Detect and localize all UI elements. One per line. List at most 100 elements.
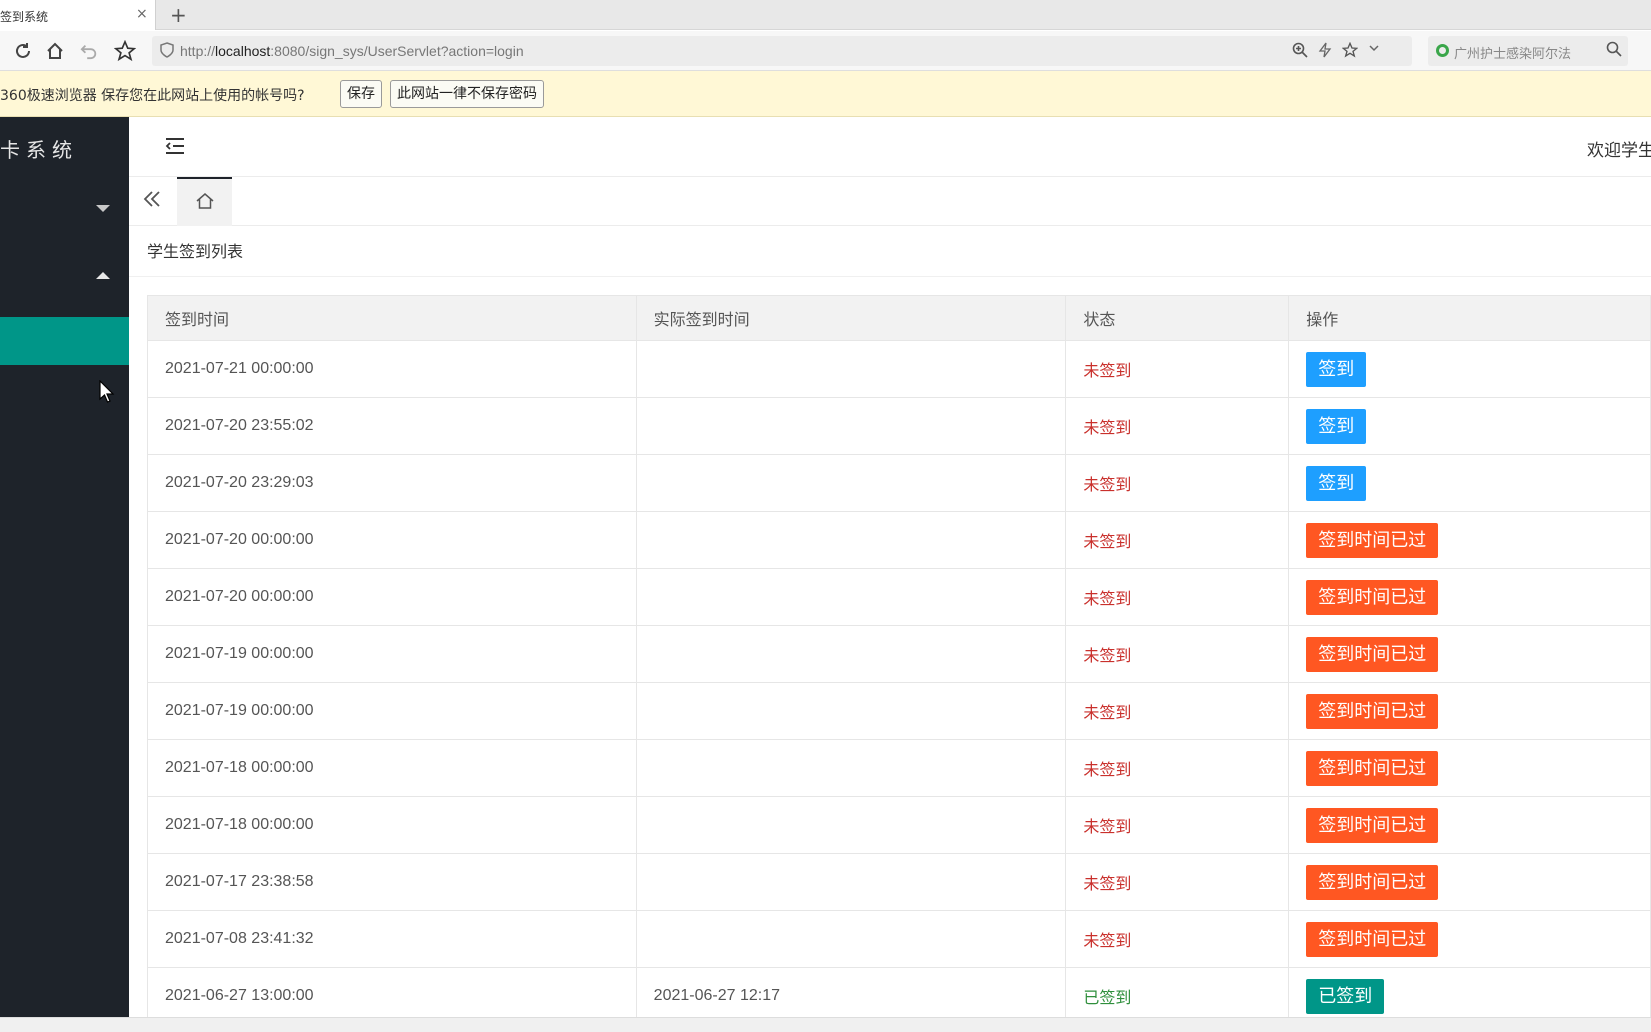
double-chevron-left-icon[interactable]	[137, 187, 167, 215]
divider	[129, 276, 1651, 277]
cell-action: 签到时间已过	[1288, 796, 1651, 854]
table-row: 2021-07-20 23:55:02 未签到 签到	[147, 397, 1651, 455]
cell-action: 签到时间已过	[1288, 739, 1651, 797]
cell-sign-time: 2021-07-18 00:00:00	[147, 796, 637, 854]
sidebar-menu-group-1[interactable]	[0, 177, 129, 241]
cell-action: 已签到	[1288, 967, 1651, 1025]
page-title: 学生签到列表	[147, 242, 244, 261]
search-icon[interactable]	[1606, 41, 1622, 61]
cell-action: 签到时间已过	[1288, 682, 1651, 740]
close-icon[interactable]: ×	[136, 6, 148, 22]
table-row: 2021-07-20 00:00:00 未签到 签到时间已过	[147, 568, 1651, 626]
address-bar[interactable]: http://localhost:8080/sign_sys/UserServl…	[152, 36, 1412, 66]
status-text: 未签到	[1083, 760, 1132, 779]
expired-button[interactable]: 签到时间已过	[1306, 579, 1439, 615]
url-prefix: http://	[180, 43, 216, 59]
cell-actual-time	[635, 568, 1067, 626]
sidebar-menu-group-2[interactable]	[0, 241, 129, 305]
cell-status: 已签到	[1065, 967, 1290, 1025]
expired-button[interactable]: 签到时间已过	[1306, 864, 1439, 900]
sign-in-button[interactable]: 签到	[1306, 408, 1367, 444]
password-save-bar: 360极速浏览器 保存您在此网站上使用的帐号吗? 保存 此网站一律不保存密码	[0, 71, 1651, 117]
cell-actual-time	[635, 796, 1067, 854]
table-row: 2021-07-20 00:00:00 未签到 签到时间已过	[147, 511, 1651, 569]
cell-action: 签到时间已过	[1288, 511, 1651, 569]
table-row: 2021-07-18 00:00:00 未签到 签到时间已过	[147, 796, 1651, 854]
browser-tab-strip: 签到系统 × +	[0, 0, 1651, 30]
cell-sign-time: 2021-07-20 23:55:02	[147, 397, 637, 455]
signed-button[interactable]: 已签到	[1306, 978, 1385, 1014]
url-path: :8080/sign_sys/UserServlet?action=login	[270, 43, 524, 59]
table-header-row: 签到时间 实际签到时间 状态 操作	[147, 295, 1651, 341]
status-text: 未签到	[1083, 361, 1132, 380]
cell-sign-time: 2021-07-21 00:00:00	[147, 340, 637, 398]
cell-actual-time	[635, 739, 1067, 797]
search-input[interactable]: 广州护士感染阿尔法	[1428, 36, 1628, 66]
cell-status: 未签到	[1065, 682, 1290, 740]
cell-action: 签到	[1288, 340, 1651, 398]
tab-home[interactable]	[177, 177, 232, 226]
expired-button[interactable]: 签到时间已过	[1306, 750, 1439, 786]
zoom-icon[interactable]	[1292, 42, 1308, 62]
lightning-icon[interactable]	[1318, 42, 1332, 62]
sign-in-button[interactable]: 签到	[1306, 351, 1367, 387]
table-row: 2021-07-18 00:00:00 未签到 签到时间已过	[147, 739, 1651, 797]
menu-toggle-icon[interactable]	[165, 137, 185, 159]
cell-status: 未签到	[1065, 568, 1290, 626]
browser-tab[interactable]: 签到系统 ×	[0, 0, 156, 30]
cell-action: 签到时间已过	[1288, 625, 1651, 683]
undo-icon[interactable]	[77, 39, 101, 63]
column-header-actual-time: 实际签到时间	[635, 295, 1067, 341]
reload-icon[interactable]	[11, 39, 35, 63]
cell-status: 未签到	[1065, 454, 1290, 512]
cell-actual-time	[635, 910, 1067, 968]
save-password-button[interactable]: 保存	[340, 80, 382, 108]
home-icon[interactable]	[43, 39, 67, 63]
shield-icon	[160, 42, 174, 62]
cell-status: 未签到	[1065, 511, 1290, 569]
cell-sign-time: 2021-07-17 23:38:58	[147, 853, 637, 911]
new-tab-button[interactable]: +	[170, 3, 187, 27]
cell-actual-time	[635, 853, 1067, 911]
cell-action: 签到时间已过	[1288, 568, 1651, 626]
cell-sign-time: 2021-07-08 23:41:32	[147, 910, 637, 968]
cell-actual-time	[635, 625, 1067, 683]
table-row: 2021-07-19 00:00:00 未签到 签到时间已过	[147, 682, 1651, 740]
page-tab-bar	[129, 177, 1651, 226]
bookmark-star-icon[interactable]	[1341, 41, 1359, 62]
cell-status: 未签到	[1065, 796, 1290, 854]
expired-button[interactable]: 签到时间已过	[1306, 693, 1439, 729]
expired-button[interactable]: 签到时间已过	[1306, 921, 1439, 957]
never-save-password-button[interactable]: 此网站一律不保存密码	[390, 80, 544, 108]
chevron-down-icon[interactable]	[1368, 42, 1380, 58]
sign-in-button[interactable]: 签到	[1306, 465, 1367, 501]
cell-sign-time: 2021-07-20 23:29:03	[147, 454, 637, 512]
sidebar-item-active[interactable]	[0, 317, 129, 365]
cell-action: 签到时间已过	[1288, 853, 1651, 911]
caret-up-icon	[96, 272, 110, 279]
cell-sign-time: 2021-07-19 00:00:00	[147, 625, 637, 683]
table-row: 2021-06-27 13:00:00 2021-06-27 12:17 已签到 已签…	[147, 967, 1651, 1025]
browser-status-bar	[0, 1017, 1651, 1032]
welcome-text: 欢迎学生	[1587, 141, 1651, 161]
search-placeholder: 广州护士感染阿尔法	[1454, 47, 1572, 62]
search-engine-logo-icon	[1436, 44, 1449, 57]
status-text: 未签到	[1083, 931, 1132, 950]
home-icon	[195, 191, 215, 215]
expired-button[interactable]: 签到时间已过	[1306, 807, 1439, 843]
password-save-message: 360极速浏览器 保存您在此网站上使用的帐号吗?	[0, 88, 305, 104]
cell-actual-time	[635, 340, 1067, 398]
expired-button[interactable]: 签到时间已过	[1306, 636, 1439, 672]
star-icon[interactable]	[113, 39, 137, 63]
column-header-sign-time: 签到时间	[147, 295, 637, 341]
table-row: 2021-07-17 23:38:58 未签到 签到时间已过	[147, 853, 1651, 911]
cell-action: 签到时间已过	[1288, 910, 1651, 968]
status-text: 未签到	[1083, 418, 1132, 437]
caret-down-icon	[96, 205, 110, 212]
table-row: 2021-07-21 00:00:00 未签到 签到	[147, 340, 1651, 398]
status-text: 未签到	[1083, 817, 1132, 836]
url-host: localhost	[215, 43, 271, 59]
cell-sign-time: 2021-07-20 00:00:00	[147, 568, 637, 626]
expired-button[interactable]: 签到时间已过	[1306, 522, 1439, 558]
browser-toolbar: http://localhost:8080/sign_sys/UserServl…	[0, 31, 1651, 71]
